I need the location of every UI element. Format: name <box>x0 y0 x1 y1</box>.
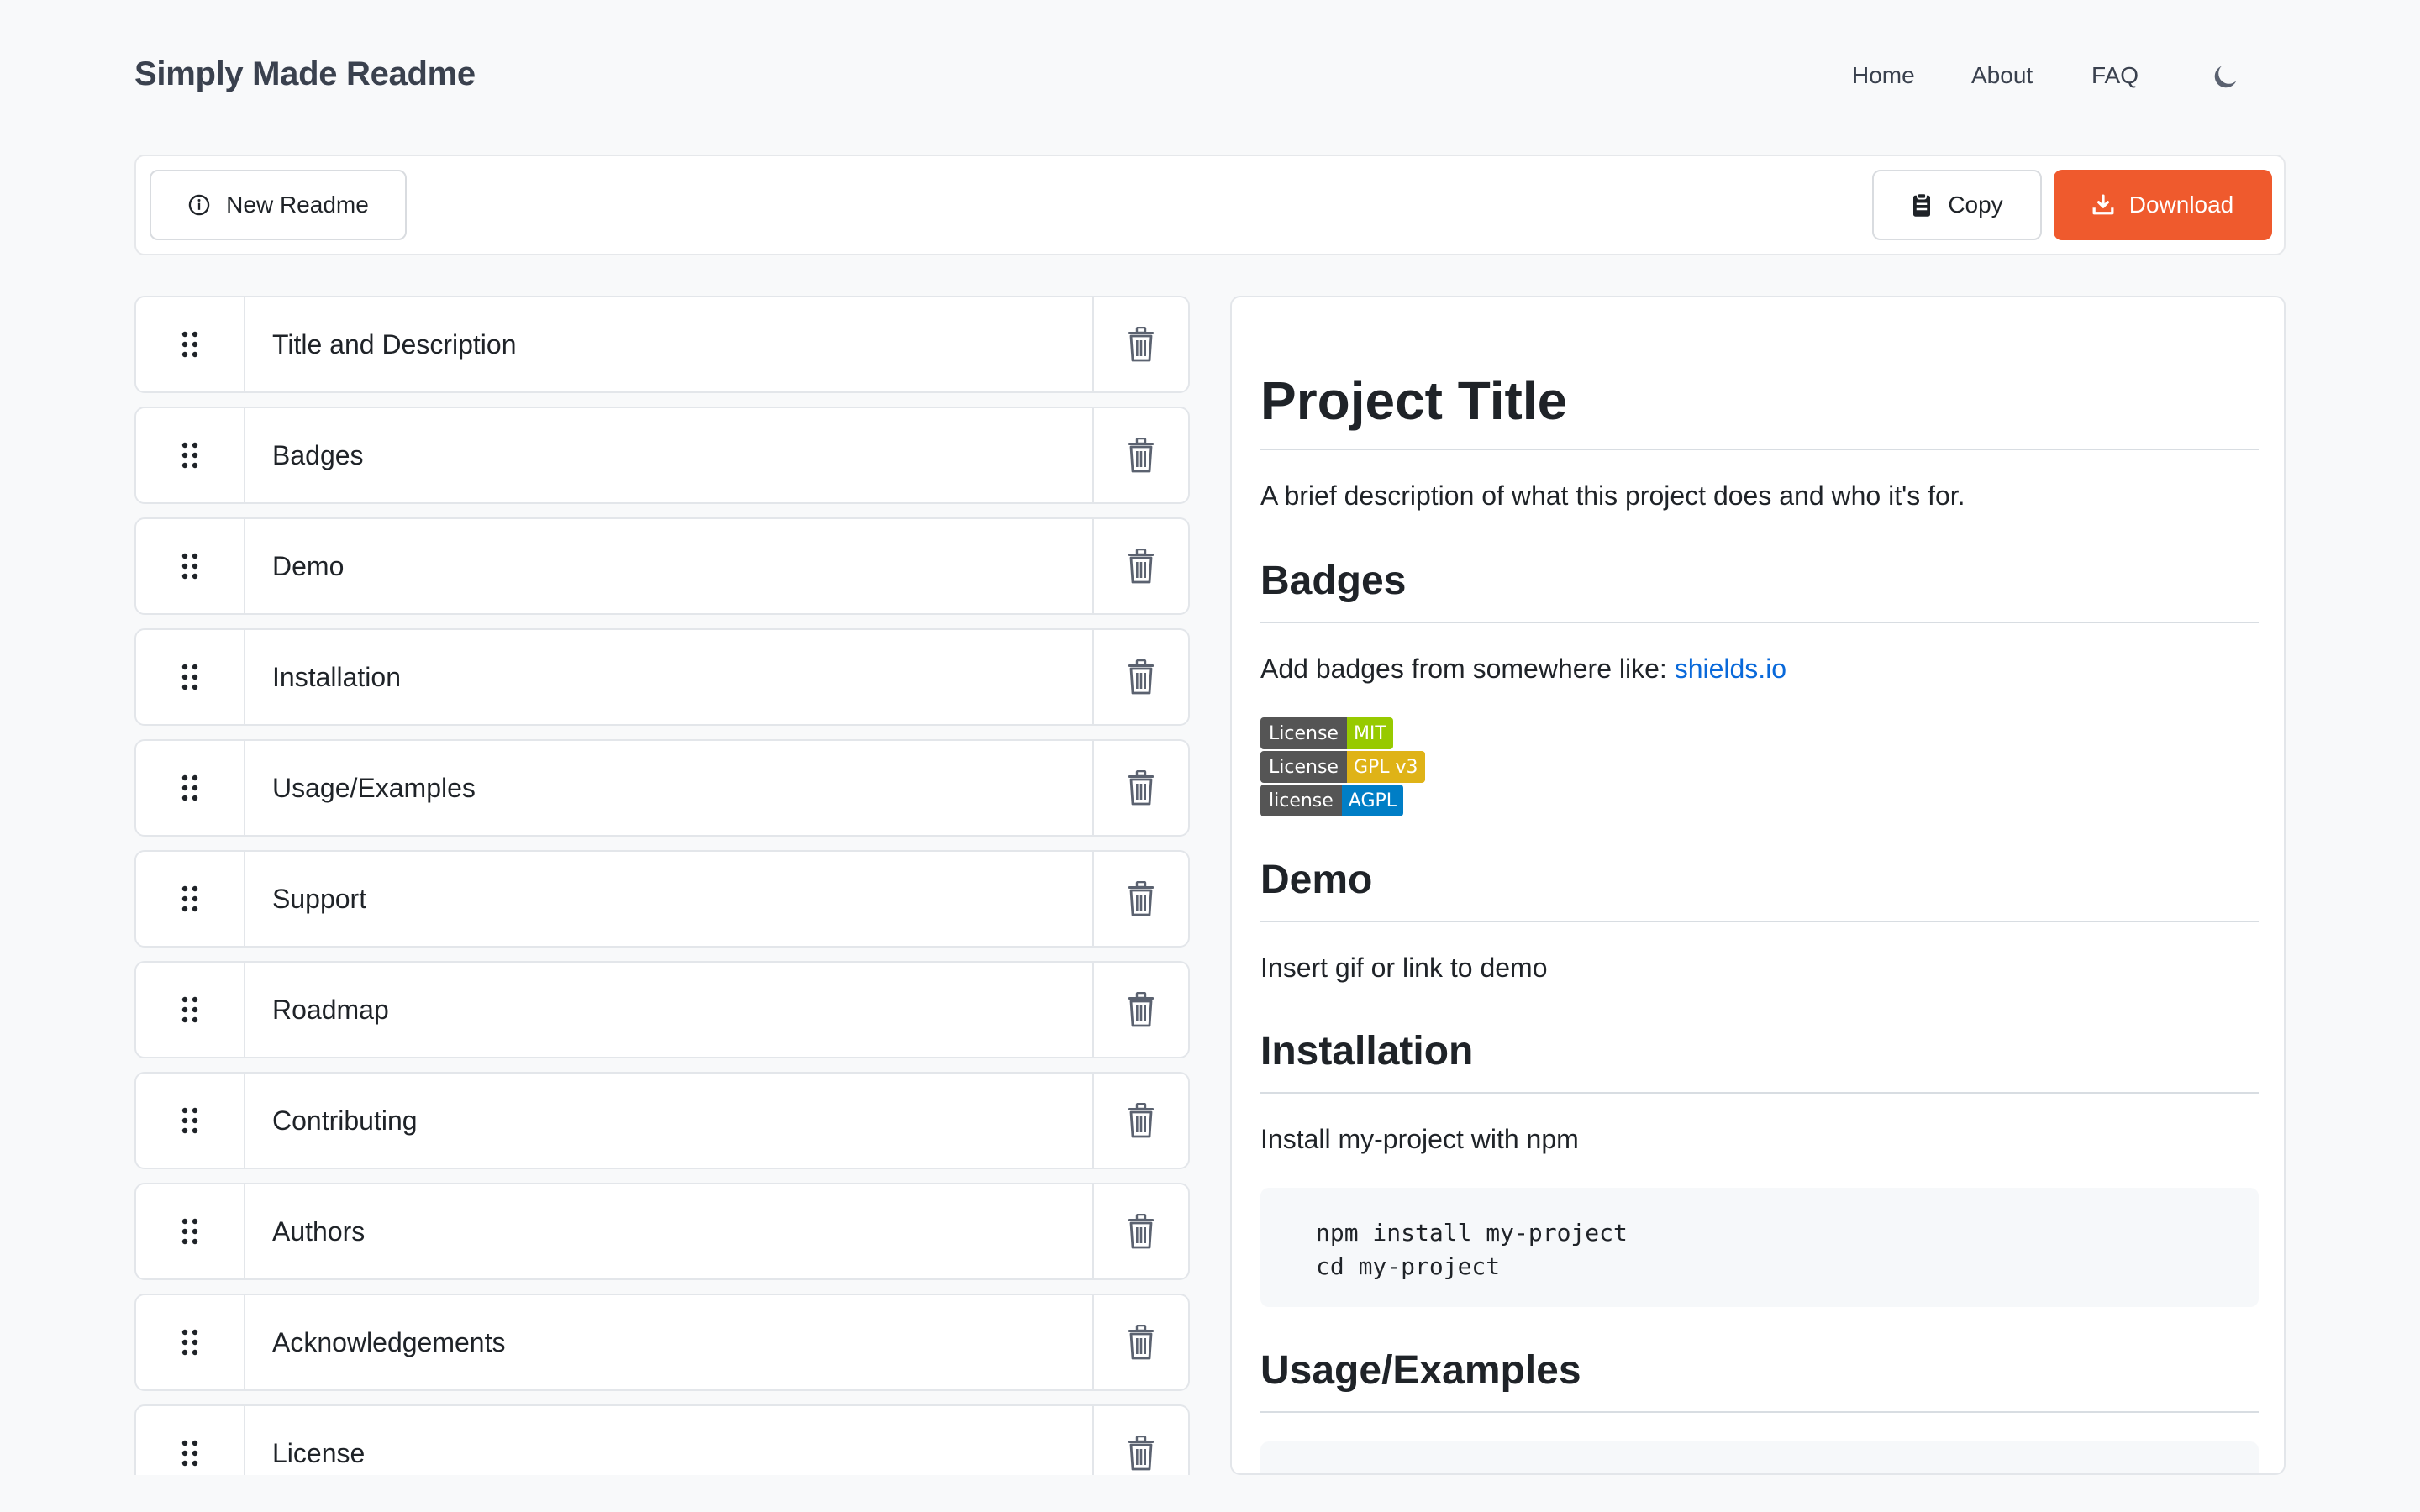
preview-description: A brief description of what this project… <box>1260 480 1965 511</box>
clipboard-icon <box>1911 192 1933 218</box>
section-item[interactable]: Usage/Examples <box>134 739 1190 837</box>
section-label[interactable]: Demo <box>245 519 1092 613</box>
usage-heading: Usage/Examples <box>1260 1348 1581 1393</box>
trash-icon[interactable] <box>1092 519 1188 613</box>
nav-faq[interactable]: FAQ <box>2091 62 2139 89</box>
code-block: npm install my-project cd my-project <box>1260 1188 2259 1307</box>
badge-right: GPL v3 <box>1346 751 1425 783</box>
readme-preview: Project Title A brief description of wha… <box>1230 296 2286 1475</box>
preview-title: Project Title <box>1260 370 1568 431</box>
brand-title[interactable]: Simply Made Readme <box>134 55 476 93</box>
badges-heading: Badges <box>1260 559 1407 603</box>
demo-heading: Demo <box>1260 858 1373 902</box>
new-readme-button[interactable]: New Readme <box>150 170 407 240</box>
trash-icon[interactable] <box>1092 963 1188 1057</box>
info-icon <box>187 193 211 217</box>
section-label[interactable]: Installation <box>245 630 1092 724</box>
drag-handle-icon[interactable] <box>136 1074 245 1168</box>
code-block <box>1260 1441 2259 1473</box>
section-label[interactable]: Contributing <box>245 1074 1092 1168</box>
copy-button[interactable]: Copy <box>1872 170 2042 240</box>
section-item[interactable]: Title and Description <box>134 296 1190 393</box>
section-item[interactable]: Roadmap <box>134 961 1190 1058</box>
section-item[interactable]: Support <box>134 850 1190 948</box>
badge-license-agpl: license AGPL <box>1260 785 1404 816</box>
trash-icon[interactable] <box>1092 408 1188 502</box>
drag-handle-icon[interactable] <box>136 1295 245 1389</box>
code-line: cd my-project <box>1316 1252 1501 1280</box>
copy-label: Copy <box>1948 192 2003 218</box>
installation-text: Install my-project with npm <box>1260 1124 1579 1154</box>
section-label[interactable]: Badges <box>245 408 1092 502</box>
drag-handle-icon[interactable] <box>136 519 245 613</box>
badge-right: AGPL <box>1341 785 1404 816</box>
moon-icon[interactable] <box>2208 60 2242 94</box>
trash-icon[interactable] <box>1092 852 1188 946</box>
divider <box>1260 449 2259 450</box>
trash-icon[interactable] <box>1092 1074 1188 1168</box>
section-label[interactable]: Title and Description <box>245 297 1092 391</box>
nav-home[interactable]: Home <box>1852 62 1915 89</box>
trash-icon[interactable] <box>1092 297 1188 391</box>
drag-handle-icon[interactable] <box>136 297 245 391</box>
drag-handle-icon[interactable] <box>136 852 245 946</box>
drag-handle-icon[interactable] <box>136 630 245 724</box>
section-label[interactable]: Authors <box>245 1184 1092 1278</box>
badge-left: License <box>1260 717 1347 749</box>
drag-handle-icon[interactable] <box>136 741 245 835</box>
section-label[interactable]: Acknowledgements <box>245 1295 1092 1389</box>
app-header: Simply Made Readme Home About FAQ <box>0 0 2420 155</box>
section-label[interactable]: Support <box>245 852 1092 946</box>
section-label[interactable]: Usage/Examples <box>245 741 1092 835</box>
badge-right: MIT <box>1346 717 1393 749</box>
demo-text: Insert gif or link to demo <box>1260 953 1548 983</box>
trash-icon[interactable] <box>1092 1295 1188 1389</box>
installation-heading: Installation <box>1260 1029 1474 1074</box>
drag-handle-icon[interactable] <box>136 1184 245 1278</box>
download-icon <box>2092 194 2114 216</box>
section-item[interactable]: Demo <box>134 517 1190 615</box>
section-label[interactable]: License <box>245 1406 1092 1475</box>
section-item[interactable]: Authors <box>134 1183 1190 1280</box>
divider <box>1260 921 2259 922</box>
code-line: npm install my-project <box>1316 1219 1628 1247</box>
shields-link[interactable]: shields.io <box>1675 654 1786 684</box>
new-readme-label: New Readme <box>226 192 369 218</box>
badge-left: License <box>1260 751 1347 783</box>
divider <box>1260 1092 2259 1094</box>
badges-text-label: Add badges from somewhere like: <box>1260 654 1675 684</box>
section-item[interactable]: Contributing <box>134 1072 1190 1169</box>
section-item[interactable]: Installation <box>134 628 1190 726</box>
badge-license-gpl: License GPL v3 <box>1260 751 1425 783</box>
trash-icon[interactable] <box>1092 1406 1188 1475</box>
section-item[interactable]: License <box>134 1404 1190 1475</box>
sections-list: Title and Description Badges Demo Installat… <box>134 296 1190 1475</box>
trash-icon[interactable] <box>1092 741 1188 835</box>
download-button[interactable]: Download <box>2054 170 2272 240</box>
badge-left: license <box>1260 785 1342 816</box>
drag-handle-icon[interactable] <box>136 1406 245 1475</box>
badge-license-mit: License MIT <box>1260 717 1393 749</box>
download-label: Download <box>2128 192 2234 218</box>
section-item[interactable]: Badges <box>134 407 1190 504</box>
badges-text: Add badges from somewhere like: shields.… <box>1260 654 1786 685</box>
drag-handle-icon[interactable] <box>136 408 245 502</box>
section-label[interactable]: Roadmap <box>245 963 1092 1057</box>
divider <box>1260 622 2259 623</box>
drag-handle-icon[interactable] <box>136 963 245 1057</box>
nav-about[interactable]: About <box>1971 62 2033 89</box>
trash-icon[interactable] <box>1092 1184 1188 1278</box>
section-item[interactable]: Acknowledgements <box>134 1294 1190 1391</box>
trash-icon[interactable] <box>1092 630 1188 724</box>
toolbar: New Readme Copy Download <box>134 155 2286 255</box>
divider <box>1260 1411 2259 1413</box>
